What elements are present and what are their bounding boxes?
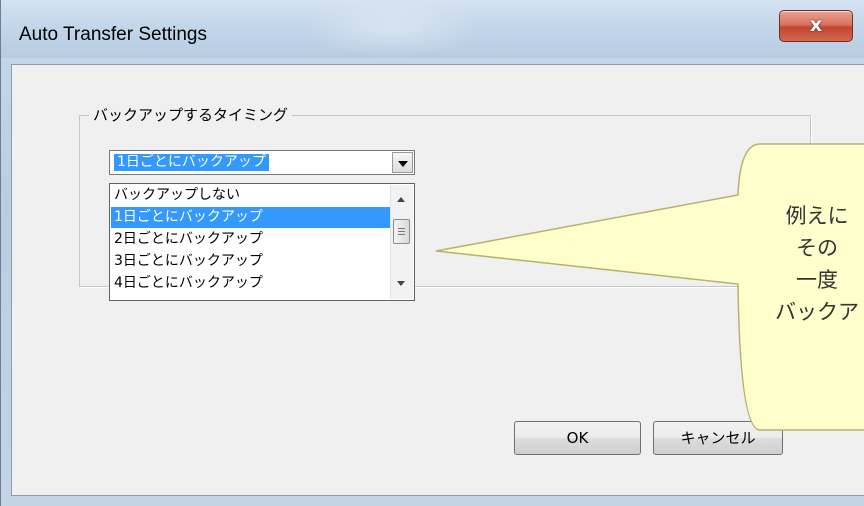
dropdown-item-every-1-day[interactable]: 1日ごとにバックアップ [111,207,394,228]
grip-line [398,234,405,235]
groupbox-label: バックアップするタイミング [89,104,293,125]
close-icon: x [809,14,823,36]
scroll-up-button[interactable] [393,191,410,208]
window-title: Auto Transfer Settings [19,24,207,45]
callout-line: 一度 [796,268,838,292]
scroll-thumb[interactable] [393,219,410,244]
dropdown-item-every-3-days[interactable]: 3日ごとにバックアップ [111,251,394,272]
chevron-down-icon [398,161,408,167]
ok-button[interactable]: OK [514,421,641,455]
combobox-dropdown-button[interactable] [392,152,413,173]
grip-line [398,231,405,232]
close-button[interactable]: x [779,10,853,42]
backup-timing-combobox[interactable]: 1日ごとにバックアップ [109,150,415,175]
cancel-button[interactable]: キャンセル [653,421,783,455]
callout-line: その [796,236,838,260]
dropdown-item-every-2-days[interactable]: 2日ごとにバックアップ [111,229,394,250]
dropdown-item-no-backup[interactable]: バックアップしない [111,185,394,206]
callout-line: バックア [775,300,859,324]
backup-timing-dropdown-list[interactable]: バックアップしない 1日ごとにバックアップ 2日ごとにバックアップ 3日ごとにバ… [109,183,415,301]
callout-text: 例えに その 一度 バックア [762,200,864,328]
callout-line: 例えに [785,204,849,228]
arrow-up-icon [397,197,405,202]
arrow-down-icon [397,281,405,286]
grip-line [398,228,405,229]
title-bar-glow [301,0,481,58]
dropdown-scrollbar[interactable] [390,185,413,299]
dropdown-item-every-4-days[interactable]: 4日ごとにバックアップ [111,273,394,294]
scroll-down-button[interactable] [393,275,410,292]
combobox-selected-value: 1日ごとにバックアップ [114,154,269,171]
title-bar[interactable]: Auto Transfer Settings x [1,0,864,58]
dialog-window: Auto Transfer Settings x バックアップするタイミング 1… [0,0,864,506]
